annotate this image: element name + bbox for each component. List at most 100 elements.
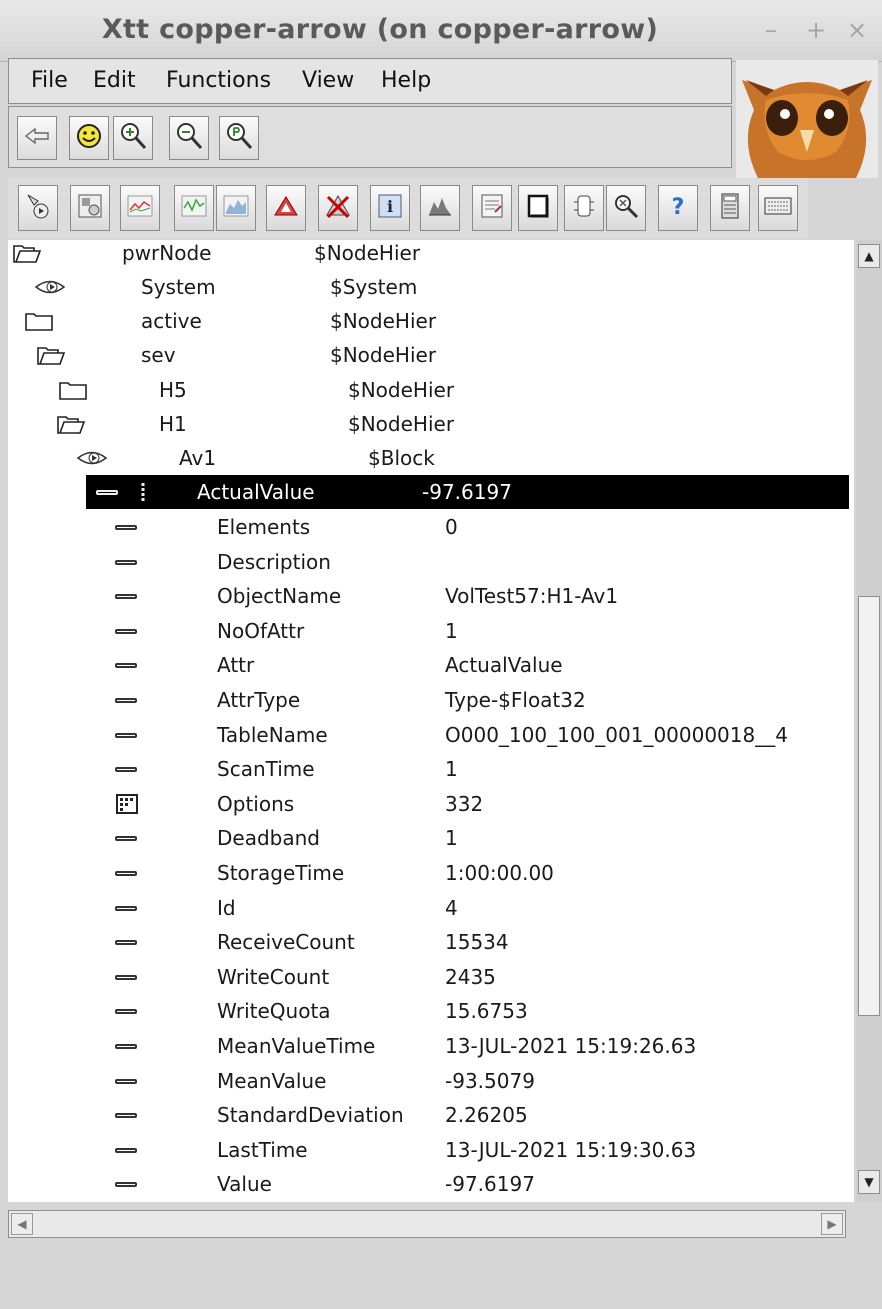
attribute-value: 1 <box>445 619 458 643</box>
back-button[interactable] <box>17 116 57 160</box>
scroll-left-button[interactable]: ◀ <box>11 1213 33 1235</box>
owl-logo <box>736 60 878 178</box>
keyboard-button[interactable] <box>758 185 798 231</box>
tree-node-name: active <box>141 309 202 333</box>
attribute-row[interactable]: Elements 0 <box>8 510 854 544</box>
calculator-button[interactable] <box>710 185 750 231</box>
close-button[interactable]: × <box>846 16 868 44</box>
new-window-button[interactable] <box>518 185 558 231</box>
tree-node-class: $NodeHier <box>314 241 421 265</box>
attribute-icon <box>115 683 137 717</box>
attribute-row[interactable]: ObjectName VolTest57:H1-Av1 <box>8 579 854 613</box>
attribute-row[interactable]: Value -97.6197 <box>8 1167 854 1201</box>
open-plc-button[interactable] <box>70 185 110 231</box>
help-button[interactable]: ? <box>658 185 698 231</box>
attribute-row[interactable]: Deadband 1 <box>8 821 854 855</box>
menu-functions[interactable]: Functions <box>166 68 271 93</box>
smiley-button[interactable] <box>69 116 109 160</box>
tree-node-name: pwrNode <box>122 241 212 265</box>
tree-node-class: $NodeHier <box>330 309 437 333</box>
attribute-row[interactable]: Options 332 <box>8 787 854 821</box>
scroll-right-button[interactable]: ▶ <box>821 1213 843 1235</box>
tree-node-h5[interactable]: H5 $NodeHier <box>8 373 854 407</box>
search-button[interactable] <box>606 185 646 231</box>
folder-closed-icon <box>24 304 54 338</box>
menu-view[interactable]: View <box>302 68 354 93</box>
attribute-row[interactable]: StorageTime 1:00:00.00 <box>8 856 854 890</box>
block-events-button[interactable] <box>318 185 358 231</box>
zoom-reset-button[interactable] <box>219 116 259 160</box>
attribute-icon <box>115 925 137 959</box>
open-class-button[interactable] <box>472 185 512 231</box>
attribute-icon <box>115 1064 137 1098</box>
attribute-row[interactable]: ScanTime 1 <box>8 752 854 786</box>
attribute-icon <box>115 1133 137 1167</box>
attribute-name: StandardDeviation <box>217 1103 404 1127</box>
scroll-thumb[interactable] <box>858 596 880 1016</box>
alarm-button[interactable] <box>266 185 306 231</box>
new-window-icon <box>525 192 551 224</box>
attribute-icon <box>115 1167 137 1201</box>
selected-attribute-row[interactable]: ActualValue -97.6197 <box>86 475 849 509</box>
attribute-name: MeanValueTime <box>217 1034 376 1058</box>
attribute-name: ReceiveCount <box>217 930 355 954</box>
attribute-value: 1 <box>445 826 458 850</box>
tree-node-pwrnode[interactable]: pwrNode $NodeHier <box>8 240 854 270</box>
tree-node-h1[interactable]: H1 $NodeHier <box>8 407 854 441</box>
attribute-name: LastTime <box>217 1138 308 1162</box>
attribute-row[interactable]: LastTime 13-JUL-2021 15:19:30.63 <box>8 1133 854 1167</box>
attribute-row[interactable]: WriteQuota 15.6753 <box>8 994 854 1028</box>
object-tree[interactable]: pwrNode $NodeHier System $System active … <box>8 240 854 1202</box>
menu-edit[interactable]: Edit <box>93 68 136 93</box>
attribute-row[interactable]: ReceiveCount 15534 <box>8 925 854 959</box>
zoom-out-button[interactable] <box>169 116 209 160</box>
open-object-icon <box>24 191 52 225</box>
attribute-row[interactable]: MeanValueTime 13-JUL-2021 15:19:26.63 <box>8 1029 854 1063</box>
attribute-icon <box>115 510 137 544</box>
tree-node-class: $NodeHier <box>348 378 455 402</box>
tree-node-av1[interactable]: Av1 $Block <box>8 441 854 475</box>
attribute-row[interactable]: WriteCount 2435 <box>8 960 854 994</box>
scroll-down-button[interactable]: ▼ <box>858 1170 880 1194</box>
attribute-row[interactable]: Description <box>8 545 854 579</box>
attribute-value: ActualValue <box>445 653 563 677</box>
trend-button[interactable] <box>120 185 160 231</box>
attribute-row[interactable]: MeanValue -93.5079 <box>8 1064 854 1098</box>
attribute-icon <box>115 545 137 579</box>
tree-node-system[interactable]: System $System <box>8 270 854 304</box>
info-button[interactable]: i <box>370 185 410 231</box>
history-button[interactable] <box>216 185 256 231</box>
attribute-row[interactable]: Attr ActualValue <box>8 648 854 682</box>
horizontal-scrollbar[interactable]: ◀ ▶ <box>8 1210 846 1238</box>
vertical-scrollbar[interactable]: ▲ ▼ <box>856 240 882 1202</box>
attribute-row[interactable]: TableName O000_100_100_001_00000018__4 <box>8 718 854 752</box>
leaf-object-icon <box>76 441 108 475</box>
menu-help[interactable]: Help <box>381 68 431 93</box>
attribute-row[interactable]: NoOfAttr 1 <box>8 614 854 648</box>
folder-open-icon <box>56 407 86 441</box>
function-toolbar: i ? <box>8 178 808 238</box>
zoom-in-icon <box>118 120 148 156</box>
object-graph-button[interactable] <box>564 185 604 231</box>
attribute-name: TableName <box>217 723 328 747</box>
zoom-out-icon <box>174 120 204 156</box>
crossref-button[interactable] <box>420 185 460 231</box>
scroll-up-button[interactable]: ▲ <box>858 244 880 268</box>
maximize-button[interactable]: + <box>805 16 827 44</box>
title-bar: Xtt copper-arrow (on copper-arrow) – + × <box>0 0 882 62</box>
tree-node-active[interactable]: active $NodeHier <box>8 304 854 338</box>
attribute-value: -93.5079 <box>445 1069 535 1093</box>
attribute-value: 13-JUL-2021 15:19:30.63 <box>445 1138 697 1162</box>
menu-file[interactable]: File <box>31 68 68 93</box>
zoom-in-button[interactable] <box>113 116 153 160</box>
tree-node-sev[interactable]: sev $NodeHier <box>8 338 854 372</box>
fast-curve-button[interactable] <box>174 185 214 231</box>
open-object-button[interactable] <box>18 185 58 231</box>
minimize-button[interactable]: – <box>760 16 782 44</box>
back-arrow-icon <box>24 126 50 150</box>
attribute-name: Deadband <box>217 826 320 850</box>
attribute-row[interactable]: Id 4 <box>8 891 854 925</box>
attribute-row[interactable]: StandardDeviation 2.26205 <box>8 1098 854 1132</box>
attribute-row[interactable]: AttrType Type-$Float32 <box>8 683 854 717</box>
attribute-name: StorageTime <box>217 861 345 885</box>
